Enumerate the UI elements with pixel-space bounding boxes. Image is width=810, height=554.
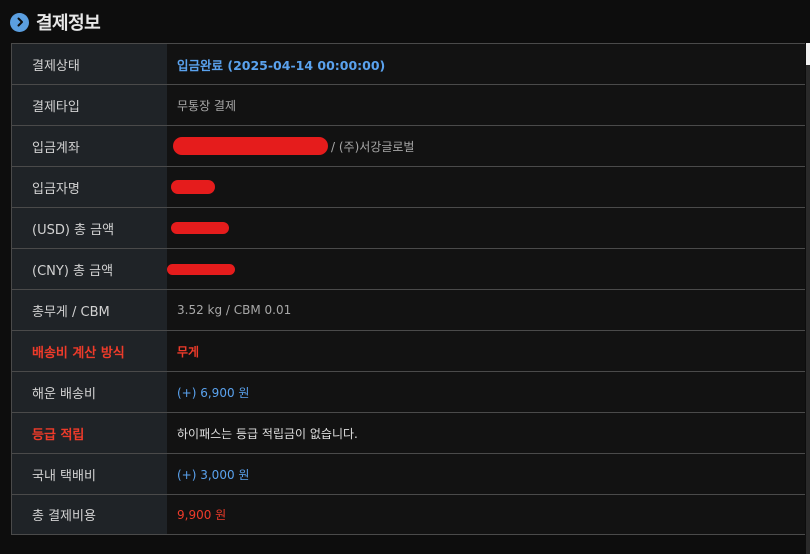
row-label: 해운 배송비 [12,372,167,412]
row-label: (CNY) 총 금액 [12,249,167,289]
row-label: 총 결제비용 [12,495,167,534]
row-label: 결제타입 [12,85,167,125]
row-payment-type: 결제타입 무통장 결제 [12,85,805,126]
depositor-name-value [167,167,805,207]
row-label: 국내 택배비 [12,454,167,494]
row-shipping-method: 배송비 계산 방식 무게 [12,331,805,372]
deposit-account-holder: / (주)서강글로벌 [331,139,415,154]
chevron-right-icon [10,12,29,32]
usd-total-value [167,208,805,248]
sea-shipping-fee-value: (+) 6,900 원 [167,372,805,412]
row-domestic-delivery-fee: 국내 택배비 (+) 3,000 원 [12,454,805,495]
row-depositor-name: 입금자명 [12,167,805,208]
redaction-mark [171,180,215,194]
redaction-mark [173,137,328,155]
row-label: 입금계좌 [12,126,167,166]
domestic-delivery-fee-value: (+) 3,000 원 [167,454,805,494]
cny-total-value [167,249,805,289]
payment-status-value: 입금완료 (2025-04-14 00:00:00) [167,44,805,84]
payment-info-table: 결제상태 입금완료 (2025-04-14 00:00:00) 결제타입 무통장… [11,43,805,535]
shipping-method-value: 무게 [167,331,805,371]
row-label: 결제상태 [12,44,167,84]
row-label: 총무게 / CBM [12,290,167,330]
row-cny-total: (CNY) 총 금액 [12,249,805,290]
redaction-mark [167,263,235,275]
scrollbar-track[interactable] [806,65,810,554]
row-label: 입금자명 [12,167,167,207]
row-label: 배송비 계산 방식 [12,331,167,371]
row-grade-points: 등급 적립 하이패스는 등급 적립금이 없습니다. [12,413,805,454]
row-label: (USD) 총 금액 [12,208,167,248]
row-usd-total: (USD) 총 금액 [12,208,805,249]
row-sea-shipping-fee: 해운 배송비 (+) 6,900 원 [12,372,805,413]
row-label: 등급 적립 [12,413,167,453]
row-payment-status: 결제상태 입금완료 (2025-04-14 00:00:00) [12,44,805,85]
deposit-account-value: / (주)서강글로벌 [167,126,805,166]
payment-type-value: 무통장 결제 [167,85,805,125]
row-deposit-account: 입금계좌 / (주)서강글로벌 [12,126,805,167]
row-total-payment: 총 결제비용 9,900 원 [12,495,805,535]
total-payment-value: 9,900 원 [167,495,805,534]
grade-points-value: 하이패스는 등급 적립금이 없습니다. [167,413,805,453]
row-weight-cbm: 총무게 / CBM 3.52 kg / CBM 0.01 [12,290,805,331]
section-title: 결제정보 [36,13,101,34]
redaction-mark [171,222,229,234]
weight-cbm-value: 3.52 kg / CBM 0.01 [167,290,805,330]
section-header: 결제정보 [10,10,101,34]
scrollbar-thumb[interactable] [806,43,810,65]
